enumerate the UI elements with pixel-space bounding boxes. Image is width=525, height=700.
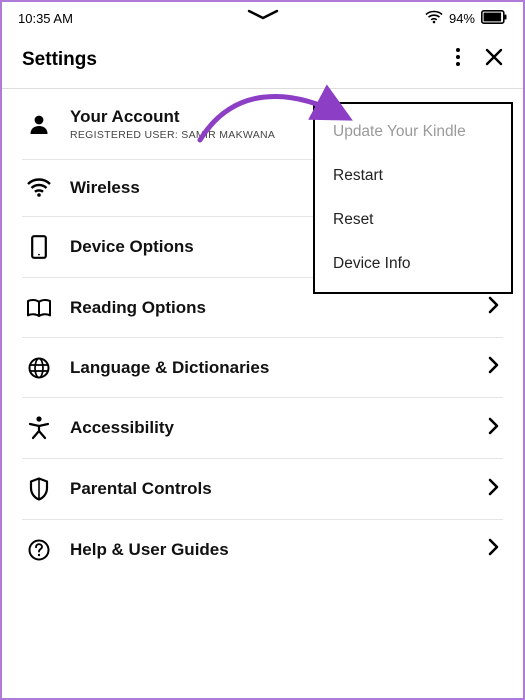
settings-item-help[interactable]: Help & User Guides: [22, 520, 503, 579]
user-icon: [26, 113, 52, 135]
help-icon: [26, 539, 52, 561]
item-title: Accessibility: [70, 418, 470, 438]
menu-item-restart[interactable]: Restart: [315, 154, 511, 198]
menu-item-update: Update Your Kindle: [315, 110, 511, 154]
header: Settings: [2, 33, 523, 88]
chevron-right-icon: [488, 296, 499, 319]
item-title: Help & User Guides: [70, 540, 470, 560]
kebab-menu-icon[interactable]: [455, 47, 461, 72]
item-title: Parental Controls: [70, 479, 470, 499]
item-title: Language & Dictionaries: [70, 358, 470, 378]
signal-icon: [26, 178, 52, 198]
book-icon: [26, 298, 52, 318]
wifi-icon: [425, 10, 443, 27]
chevron-right-icon: [488, 478, 499, 501]
globe-icon: [26, 357, 52, 379]
phone-icon: [26, 235, 52, 259]
item-title: Reading Options: [70, 298, 470, 318]
settings-item-language[interactable]: Language & Dictionaries: [22, 338, 503, 398]
status-bar: 10:35 AM 94%: [2, 2, 523, 33]
chevron-right-icon: [488, 417, 499, 440]
drag-handle-icon[interactable]: [243, 8, 283, 25]
menu-item-reset[interactable]: Reset: [315, 198, 511, 242]
accessibility-icon: [26, 416, 52, 440]
status-time: 10:35 AM: [18, 11, 73, 26]
settings-item-accessibility[interactable]: Accessibility: [22, 398, 503, 459]
battery-icon: [481, 10, 507, 27]
page-title: Settings: [22, 49, 97, 71]
shield-icon: [26, 477, 52, 501]
overflow-menu: Update Your Kindle Restart Reset Device …: [313, 102, 513, 294]
chevron-right-icon: [488, 538, 499, 561]
close-icon[interactable]: [485, 48, 503, 71]
settings-item-parental[interactable]: Parental Controls: [22, 459, 503, 520]
chevron-right-icon: [488, 356, 499, 379]
menu-item-device-info[interactable]: Device Info: [315, 242, 511, 286]
battery-percent: 94%: [449, 11, 475, 26]
